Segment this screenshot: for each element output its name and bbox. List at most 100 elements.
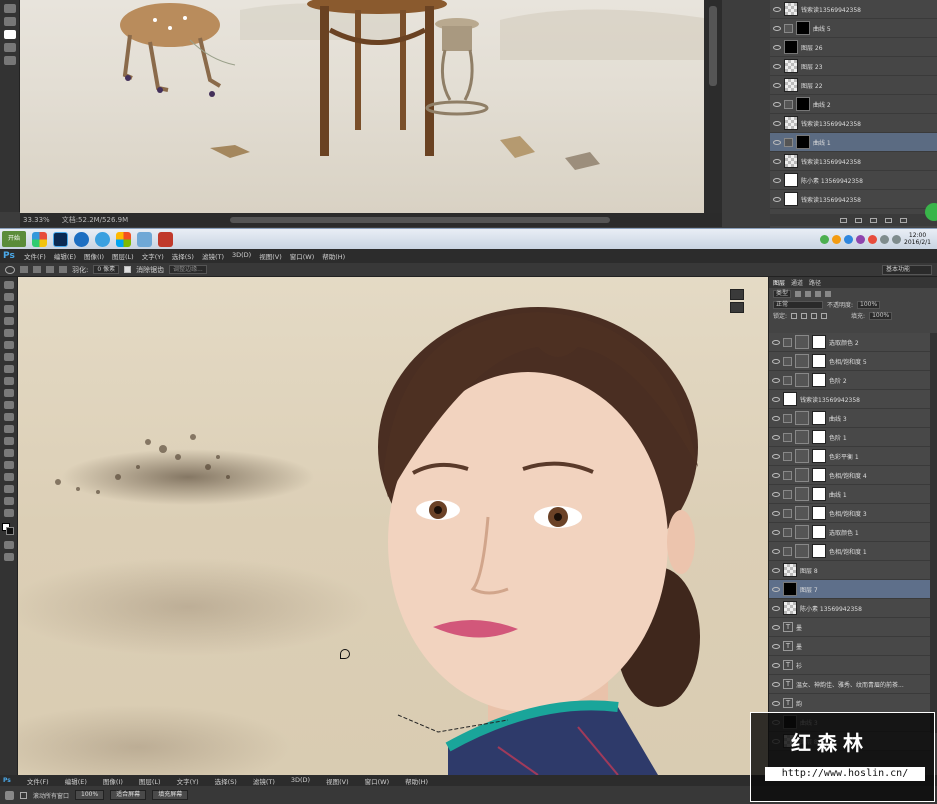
layer-thumbnail[interactable] bbox=[784, 192, 798, 206]
layer-row[interactable]: T墨 bbox=[769, 637, 931, 656]
menu-item[interactable]: 滤镜(T) bbox=[253, 776, 275, 786]
visibility-eye-icon[interactable] bbox=[772, 548, 780, 554]
link-icon[interactable] bbox=[840, 217, 847, 223]
layers-scrollbar[interactable] bbox=[930, 333, 937, 733]
photoshop-icon[interactable] bbox=[53, 231, 68, 247]
gradient-tool-icon[interactable] bbox=[3, 413, 14, 421]
layer-thumbnail[interactable] bbox=[795, 430, 809, 444]
layer-thumbnail[interactable] bbox=[784, 2, 798, 16]
visibility-eye-icon[interactable] bbox=[772, 415, 780, 421]
layer-row[interactable]: 色相/饱和度 1 bbox=[769, 542, 931, 561]
layer-row[interactable]: 钱索读13569942358 bbox=[770, 114, 937, 133]
refine-edge-button[interactable]: 调整边缘... bbox=[169, 265, 207, 274]
tray-pen-icon[interactable] bbox=[856, 234, 866, 244]
tab-paths[interactable]: 路径 bbox=[809, 278, 821, 287]
menu-item[interactable]: 选择(S) bbox=[215, 776, 237, 786]
filter-type-icon[interactable] bbox=[815, 290, 822, 297]
visibility-eye-icon[interactable] bbox=[772, 700, 780, 706]
visibility-eye-icon[interactable] bbox=[772, 339, 780, 345]
top-horizontal-scrollbar[interactable] bbox=[230, 217, 611, 223]
green-bubble-icon[interactable] bbox=[925, 203, 937, 221]
fill-input[interactable]: 100% bbox=[869, 311, 893, 320]
visibility-eye-icon[interactable] bbox=[773, 101, 781, 107]
lasso-tool-icon[interactable] bbox=[3, 305, 14, 313]
layer-row[interactable]: 色阶 1 bbox=[769, 428, 931, 447]
clone-stamp-icon[interactable] bbox=[3, 377, 14, 385]
layer-row[interactable]: 曲线 1 bbox=[769, 485, 931, 504]
layer-mask-thumbnail[interactable] bbox=[812, 468, 826, 482]
layer-row[interactable]: 陈小素 13569942358 bbox=[769, 599, 931, 618]
layer-row[interactable]: 钱索读13569942358 bbox=[770, 190, 937, 209]
layer-thumbnail[interactable]: T bbox=[783, 698, 793, 708]
layer-mask-thumbnail[interactable] bbox=[812, 354, 826, 368]
top-canvas[interactable] bbox=[20, 0, 704, 213]
tray-shield-icon[interactable] bbox=[868, 234, 878, 244]
layer-mask-thumbnail[interactable] bbox=[812, 506, 826, 520]
layer-thumbnail[interactable]: T bbox=[783, 622, 793, 632]
filter-shape-icon[interactable] bbox=[825, 290, 832, 297]
quickmask-icon[interactable] bbox=[3, 541, 14, 549]
visibility-eye-icon[interactable] bbox=[772, 358, 780, 364]
layer-thumbnail[interactable] bbox=[784, 59, 798, 73]
layer-mask-thumbnail[interactable] bbox=[812, 373, 826, 387]
layer-row[interactable]: 色阶 2 bbox=[769, 371, 931, 390]
layer-thumbnail[interactable] bbox=[796, 97, 810, 111]
layer-thumbnail[interactable] bbox=[796, 135, 810, 149]
screen-mode-icon[interactable] bbox=[3, 553, 14, 561]
layer-row[interactable]: 曲线 3 bbox=[769, 409, 931, 428]
layer-thumbnail[interactable] bbox=[795, 335, 809, 349]
layer-thumbnail[interactable] bbox=[795, 544, 809, 558]
layer-thumbnail[interactable] bbox=[795, 411, 809, 425]
zoom-100-button[interactable]: 100% bbox=[75, 790, 105, 800]
opacity-input[interactable]: 100% bbox=[857, 300, 881, 309]
browser-color-icon[interactable] bbox=[32, 231, 47, 247]
layer-thumbnail[interactable] bbox=[783, 392, 797, 406]
filter-kind-select[interactable]: 类型 bbox=[773, 289, 792, 298]
visibility-eye-icon[interactable] bbox=[772, 605, 780, 611]
menu-item[interactable]: 帮助(H) bbox=[405, 776, 428, 786]
menu-item[interactable]: 图像(I) bbox=[103, 776, 123, 786]
visibility-eye-icon[interactable] bbox=[773, 44, 781, 50]
layer-row[interactable]: 钱索读13569942358 bbox=[769, 390, 931, 409]
lock-all-icon[interactable] bbox=[821, 312, 828, 319]
main-canvas[interactable] bbox=[18, 277, 768, 775]
visibility-eye-icon[interactable] bbox=[772, 377, 780, 383]
visibility-eye-icon[interactable] bbox=[772, 529, 780, 535]
volume-icon[interactable] bbox=[880, 234, 890, 244]
scroll-all-checkbox[interactable] bbox=[20, 791, 27, 799]
lock-transparent-icon[interactable] bbox=[791, 312, 798, 319]
lock-brush-icon[interactable] bbox=[801, 312, 808, 319]
visibility-eye-icon[interactable] bbox=[772, 567, 780, 573]
layer-thumbnail[interactable] bbox=[783, 563, 797, 577]
visibility-eye-icon[interactable] bbox=[773, 63, 781, 69]
visibility-eye-icon[interactable] bbox=[773, 25, 781, 31]
tray-green-icon[interactable] bbox=[820, 234, 830, 244]
tray-color-icon[interactable] bbox=[832, 234, 842, 244]
menu-item[interactable]: 编辑(E) bbox=[54, 251, 76, 261]
fit-screen-button[interactable]: 适合屏幕 bbox=[110, 790, 147, 800]
layer-thumbnail[interactable] bbox=[784, 40, 798, 54]
layer-row[interactable]: 选取颜色 1 bbox=[769, 523, 931, 542]
layer-row[interactable]: 曲线 5 bbox=[770, 19, 937, 38]
layer-row[interactable]: 钱索读13569942358 bbox=[770, 0, 937, 19]
layer-row[interactable]: 图层 7 bbox=[769, 580, 931, 599]
layer-row[interactable]: T 温女、神韵佳、雅秀、纹而青眉的前茶... bbox=[769, 675, 931, 694]
fx-icon[interactable] bbox=[855, 217, 862, 223]
layer-row[interactable]: 曲线 1 bbox=[770, 133, 937, 152]
layer-mask-thumbnail[interactable] bbox=[812, 449, 826, 463]
layer-mask-thumbnail[interactable] bbox=[812, 430, 826, 444]
layer-thumbnail[interactable] bbox=[784, 78, 798, 92]
menu-item[interactable]: 3D(D) bbox=[291, 776, 310, 786]
menu-item[interactable]: 文字(Y) bbox=[142, 251, 164, 261]
dodge-tool-icon[interactable] bbox=[3, 437, 14, 445]
clock[interactable]: 12:00 2016/2/1 bbox=[904, 232, 931, 246]
hand-tool-icon[interactable] bbox=[3, 497, 14, 505]
menu-item[interactable]: 文件(F) bbox=[24, 251, 46, 261]
ie-icon[interactable] bbox=[95, 231, 110, 247]
visibility-eye-icon[interactable] bbox=[772, 472, 780, 478]
layer-row[interactable]: T墨 bbox=[769, 618, 931, 637]
top-doc-size[interactable]: 文档:52.2M/526.9M bbox=[62, 215, 128, 225]
layer-thumbnail[interactable] bbox=[795, 487, 809, 501]
marquee-tool-icon[interactable] bbox=[3, 293, 14, 301]
visibility-eye-icon[interactable] bbox=[773, 158, 781, 164]
